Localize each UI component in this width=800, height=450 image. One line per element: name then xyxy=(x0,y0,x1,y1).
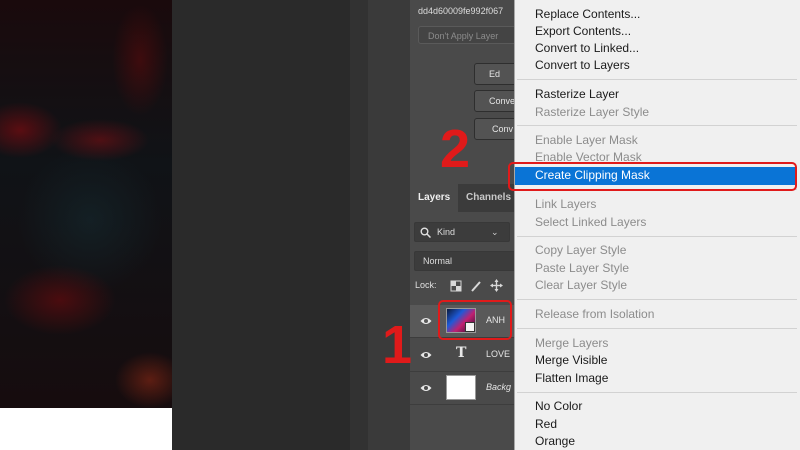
convert-to-linked-button[interactable]: Conve xyxy=(474,90,515,112)
layer-row-love[interactable]: T LOVE xyxy=(410,339,515,372)
lock-label: Lock: xyxy=(415,280,437,290)
convert-to-layers-button[interactable]: Conv xyxy=(474,118,515,140)
menu-separator xyxy=(517,328,797,329)
panel-gutter xyxy=(350,0,368,450)
menu-item-merge-visible[interactable]: Merge Visible xyxy=(535,352,607,369)
document-canvas[interactable] xyxy=(0,0,172,408)
right-panel: dd4d60009fe992f067 Don't Apply Layer Ed … xyxy=(410,0,515,450)
menu-separator xyxy=(517,299,797,300)
chevron-down-icon: ⌄ xyxy=(491,227,499,237)
menu-item-export-contents[interactable]: Export Contents... xyxy=(535,23,631,40)
eye-icon[interactable] xyxy=(420,383,432,393)
menu-separator xyxy=(517,236,797,237)
menu-item-replace-contents[interactable]: Replace Contents... xyxy=(535,6,640,23)
menu-separator xyxy=(517,79,797,80)
text-layer-icon: T xyxy=(456,345,467,361)
menu-item-clear-layer-style[interactable]: Clear Layer Style xyxy=(535,277,627,294)
panel-dock-column xyxy=(368,0,410,450)
menu-item-rasterize-layer[interactable]: Rasterize Layer xyxy=(535,86,619,103)
dont-apply-layer-comp-dropdown[interactable]: Don't Apply Layer xyxy=(418,26,515,44)
eye-icon[interactable] xyxy=(420,350,432,360)
menu-item-convert-to-layers[interactable]: Convert to Layers xyxy=(535,57,630,74)
menu-separator xyxy=(517,125,797,126)
menu-item-paste-layer-style[interactable]: Paste Layer Style xyxy=(535,260,629,277)
menu-item-link-layers[interactable]: Link Layers xyxy=(535,196,596,213)
search-icon xyxy=(420,227,431,238)
annotation-step-1: 1 xyxy=(382,315,413,375)
layer-name[interactable]: LOVE xyxy=(486,349,510,359)
menu-item-red[interactable]: Red xyxy=(535,416,557,433)
edit-contents-button[interactable]: Ed xyxy=(474,63,515,85)
blend-mode-dropdown[interactable]: Normal xyxy=(414,251,515,271)
menu-item-convert-to-linked[interactable]: Convert to Linked... xyxy=(535,40,639,57)
lock-position-icon[interactable] xyxy=(490,279,503,292)
canvas-white-area xyxy=(0,408,172,450)
menu-item-rasterize-layer-style[interactable]: Rasterize Layer Style xyxy=(535,104,649,121)
menu-item-copy-layer-style[interactable]: Copy Layer Style xyxy=(535,242,626,259)
menu-item-enable-layer-mask[interactable]: Enable Layer Mask xyxy=(535,132,638,149)
menu-item-release-from-isolation[interactable]: Release from Isolation xyxy=(535,306,654,323)
smart-object-id: dd4d60009fe992f067 xyxy=(418,6,504,16)
menu-item-orange[interactable]: Orange xyxy=(535,433,575,450)
menu-item-select-linked-layers[interactable]: Select Linked Layers xyxy=(535,214,646,231)
context-menu: Replace Contents... Export Contents... C… xyxy=(514,0,800,450)
layer-thumbnail-background[interactable] xyxy=(446,375,476,400)
panel-tabs: Layers Channels xyxy=(410,184,515,212)
menu-separator xyxy=(517,392,797,393)
eye-icon[interactable] xyxy=(420,316,432,326)
workspace-background xyxy=(172,0,350,450)
menu-item-no-color[interactable]: No Color xyxy=(535,398,582,415)
lock-transparent-pixels-icon[interactable] xyxy=(450,280,462,292)
annotation-step-2: 2 xyxy=(440,119,471,179)
lock-image-pixels-icon[interactable] xyxy=(470,280,482,292)
kind-label: Kind xyxy=(437,227,456,237)
layer-name[interactable]: Backg xyxy=(486,382,511,392)
annotation-highlight-menu xyxy=(508,162,797,191)
menu-item-merge-layers[interactable]: Merge Layers xyxy=(535,335,608,352)
tab-channels[interactable]: Channels xyxy=(458,184,515,212)
tab-layers[interactable]: Layers xyxy=(410,184,458,212)
menu-item-flatten-image[interactable]: Flatten Image xyxy=(535,370,608,387)
layer-row-background[interactable]: Backg xyxy=(410,372,515,405)
annotation-highlight-layer xyxy=(438,300,512,340)
